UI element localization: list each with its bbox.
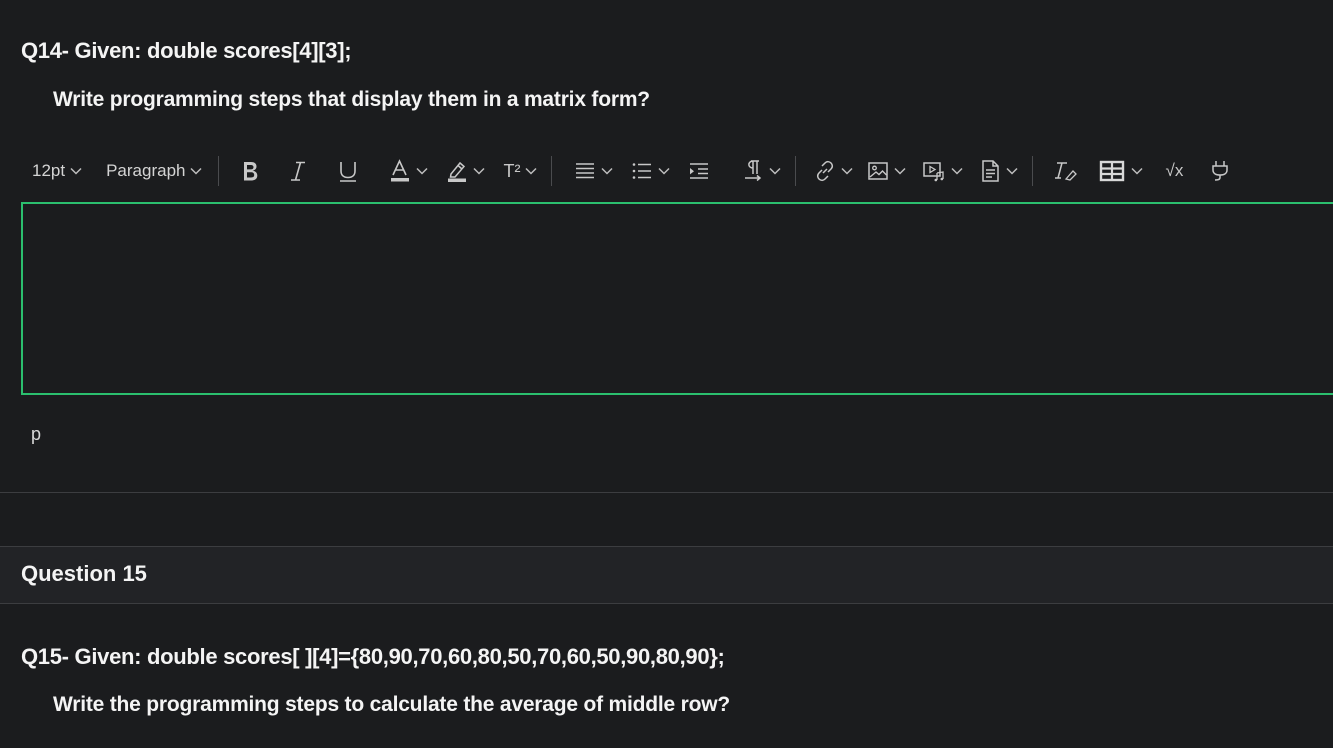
bullet-list-button[interactable] <box>627 154 674 188</box>
section-divider <box>0 492 1333 493</box>
align-justify-icon <box>574 160 596 182</box>
square-root-icon: √x <box>1165 161 1184 180</box>
section-divider <box>0 603 1333 604</box>
media-icon <box>922 160 946 182</box>
image-button[interactable] <box>863 154 910 188</box>
media-button[interactable] <box>918 154 967 188</box>
paragraph-direction-button[interactable] <box>738 154 785 188</box>
block-format-value: Paragraph <box>106 161 186 180</box>
link-button[interactable] <box>810 154 857 188</box>
question-15-header: Question 15 <box>0 547 1333 603</box>
question-14-title: Q14- Given: double scores[4][3]; <box>21 38 352 63</box>
image-icon <box>867 160 889 182</box>
text-color-icon <box>389 159 411 183</box>
highlighter-icon <box>446 159 468 183</box>
clear-formatting-icon <box>1053 160 1078 182</box>
document-button[interactable] <box>975 154 1022 188</box>
bold-button[interactable] <box>235 154 265 188</box>
highlight-color-button[interactable] <box>442 154 489 188</box>
chevron-down-icon <box>951 167 964 175</box>
chevron-down-icon <box>525 167 538 175</box>
plugin-button[interactable] <box>1205 154 1235 188</box>
editor-toolbar: 12pt Paragraph T² √x <box>26 152 1326 190</box>
chevron-down-icon <box>601 167 614 175</box>
chevron-down-icon <box>841 167 854 175</box>
italic-button[interactable] <box>285 154 311 188</box>
toolbar-separator <box>218 156 220 186</box>
chevron-down-icon <box>769 167 782 175</box>
superscript-button[interactable]: T² <box>499 154 541 188</box>
chevron-down-icon <box>894 167 907 175</box>
chevron-down-icon <box>416 167 429 175</box>
question-15-prompt: Write the programming steps to calculate… <box>53 693 731 716</box>
clear-formatting-button[interactable] <box>1049 154 1081 188</box>
toolbar-separator <box>551 156 553 186</box>
align-button[interactable] <box>570 154 617 188</box>
toolbar-separator <box>1032 156 1034 186</box>
toolbar-separator <box>795 156 797 186</box>
question-15-heading: Question 15 <box>21 561 147 586</box>
chevron-down-icon <box>190 167 203 175</box>
underline-icon <box>337 159 359 183</box>
question-15-title: Q15- Given: double scores[ ][4]={80,90,7… <box>21 644 725 669</box>
document-icon <box>979 159 1001 183</box>
text-color-button[interactable] <box>385 154 432 188</box>
bold-icon <box>239 159 261 183</box>
quiz-page: Q14- Given: double scores[4][3]; Write p… <box>0 0 1333 748</box>
font-size-value: 12pt <box>32 161 66 180</box>
chevron-down-icon <box>70 167 82 175</box>
block-format-dropdown[interactable]: Paragraph <box>100 154 208 188</box>
plug-icon <box>1209 159 1231 183</box>
superscript-icon: T² <box>503 160 521 181</box>
element-path: p <box>31 424 42 444</box>
equation-button[interactable]: √x <box>1161 154 1187 188</box>
chevron-down-icon <box>1006 167 1019 175</box>
table-button[interactable] <box>1095 154 1147 188</box>
underline-button[interactable] <box>333 154 363 188</box>
pilcrow-icon <box>742 159 764 183</box>
chevron-down-icon <box>658 167 671 175</box>
indent-icon <box>688 160 710 182</box>
chevron-down-icon <box>473 167 486 175</box>
question-14-prompt: Write programming steps that display the… <box>53 88 650 111</box>
bullet-list-icon <box>631 160 653 182</box>
font-size-dropdown[interactable]: 12pt <box>26 154 88 188</box>
italic-icon <box>289 159 307 183</box>
chevron-down-icon <box>1131 167 1144 175</box>
rich-text-editor[interactable] <box>21 202 1333 395</box>
indent-button[interactable] <box>684 154 714 188</box>
link-icon <box>814 160 836 182</box>
table-icon <box>1099 160 1125 182</box>
